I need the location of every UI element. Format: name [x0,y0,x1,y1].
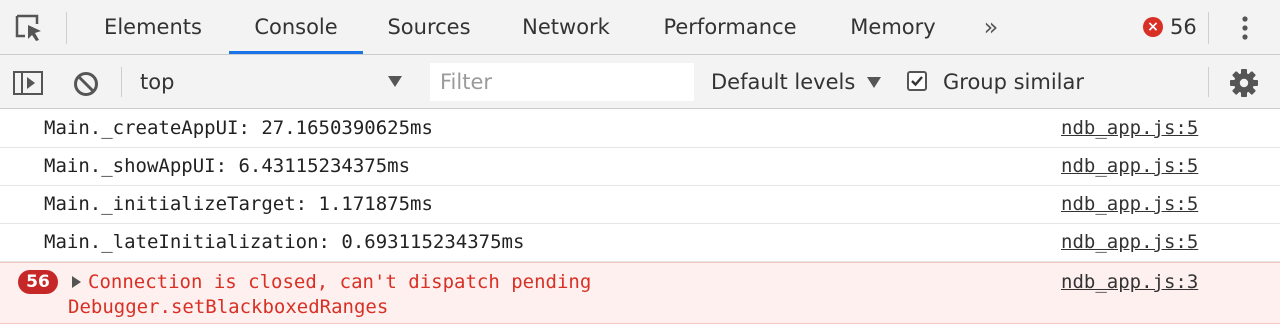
error-icon: × [1143,17,1163,37]
gear-icon[interactable] [1229,68,1259,98]
console-error-message[interactable]: 56 Connection is closed, can't dispatch … [0,262,1280,324]
error-count-button[interactable]: × 56 [1143,14,1197,40]
console-message: Main._showAppUI: 6.43115234375ms ndb_app… [0,148,1280,186]
source-link[interactable]: ndb_app.js:3 [1061,269,1198,295]
group-similar-label[interactable]: Group similar [943,65,1084,99]
tab-elements[interactable]: Elements [94,0,212,54]
tab-performance[interactable]: Performance [652,0,808,54]
message-text: Main._initializeTarget: 1.171875ms [44,193,433,215]
sidebar-toggle-icon[interactable] [12,70,44,96]
toolbar-separator [121,67,122,97]
tab-sources[interactable]: Sources [378,0,480,54]
console-toolbar: top Default levels Group similar [0,55,1280,109]
kebab-menu-icon[interactable] [1234,12,1256,44]
context-selector[interactable]: top [140,65,402,99]
devtools-tab-bar: Elements Console Sources Network Perform… [0,0,1280,55]
filter-input[interactable] [430,63,694,101]
console-message: Main._lateInitialization: 0.693115234375… [0,224,1280,262]
tab-separator [1208,12,1209,44]
tab-network[interactable]: Network [510,0,622,54]
source-link[interactable]: ndb_app.js:5 [1061,186,1198,223]
source-link[interactable]: ndb_app.js:5 [1061,224,1198,261]
console-messages: Main._createAppUI: 27.1650390625ms ndb_a… [0,110,1280,324]
dropdown-arrow-icon [388,76,402,87]
checkbox-check-icon [911,76,923,87]
group-similar-checkbox[interactable] [907,71,927,91]
repeat-count-badge: 56 [18,270,58,294]
error-text-line1: Connection is closed, can't dispatch pen… [88,271,592,293]
tab-memory[interactable]: Memory [838,0,948,54]
message-text: Main._showAppUI: 6.43115234375ms [44,155,411,177]
dropdown-arrow-icon [867,76,882,88]
error-text-line2: Debugger.setBlackboxedRanges [68,296,389,318]
tab-console[interactable]: Console [229,0,363,54]
log-levels-dropdown[interactable]: Default levels [711,65,882,99]
console-message: Main._initializeTarget: 1.171875ms ndb_a… [0,186,1280,224]
context-label: top [140,70,175,94]
console-message: Main._createAppUI: 27.1650390625ms ndb_a… [0,110,1280,148]
message-text: Main._lateInitialization: 0.693115234375… [44,231,525,253]
source-link[interactable]: ndb_app.js:5 [1061,148,1198,185]
log-levels-label: Default levels [711,70,856,94]
message-text: Main._createAppUI: 27.1650390625ms [44,117,433,139]
inspect-element-icon[interactable] [14,13,46,43]
toolbar-separator [1208,67,1209,97]
error-count: 56 [1170,15,1197,39]
tab-separator [66,12,67,44]
source-link[interactable]: ndb_app.js:5 [1061,110,1198,147]
clear-console-icon[interactable] [71,69,101,99]
more-tabs-icon[interactable]: » [978,10,1004,44]
expand-triangle-icon[interactable] [72,276,81,288]
